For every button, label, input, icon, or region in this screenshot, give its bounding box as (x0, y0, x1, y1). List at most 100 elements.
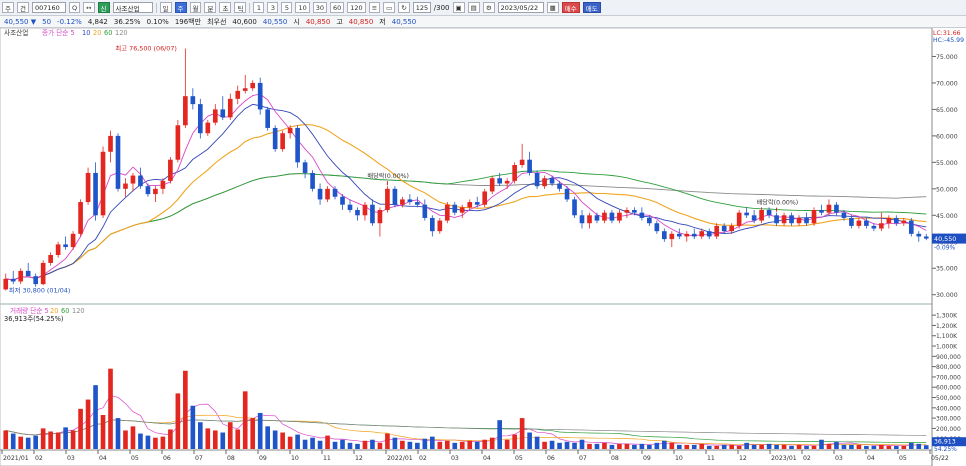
open-price: 40,850 (305, 17, 331, 26)
current-price: 40,550 ▼ (4, 17, 37, 26)
candle-body (85, 172, 91, 203)
volume-bar (662, 440, 667, 449)
interval-120[interactable]: 120 (347, 2, 366, 13)
period-weekly[interactable]: 주 (174, 2, 187, 13)
volume-bar (534, 436, 540, 449)
volume-bar (699, 443, 705, 449)
current-price-value: 40,550 (934, 235, 956, 243)
candle-body (781, 215, 787, 224)
refresh-icon[interactable]: ↻ (398, 2, 410, 13)
y-axis: 75.000 70.000 65.000 60.000 55.000 50.000 45.0… (932, 30, 966, 453)
volume-tick-label: 1,100K (936, 333, 958, 340)
high-label: 고 (336, 17, 343, 26)
period-second[interactable]: 초 (219, 2, 232, 13)
volume-bar (849, 444, 854, 449)
volume-bar (242, 391, 248, 449)
market-type-select[interactable]: 건 (16, 2, 29, 13)
volume-bar (684, 444, 690, 449)
volume-bar (130, 426, 136, 449)
volume-bar (317, 440, 323, 449)
save-icon[interactable]: ▤ (467, 2, 480, 13)
link-icon[interactable]: ↔ (83, 2, 95, 13)
candle-body (482, 191, 488, 205)
candle-body (497, 178, 502, 184)
count-input[interactable]: 125 (412, 2, 431, 13)
candle-body (55, 244, 61, 255)
candle-body (40, 262, 46, 285)
calendar-icon[interactable]: ▦ (546, 2, 559, 13)
volume-bar (482, 439, 488, 449)
interval-3[interactable]: 3 (267, 2, 279, 13)
candle-body (527, 159, 532, 173)
interval-5[interactable]: 5 (281, 2, 293, 13)
ask-price: 40,550 (262, 17, 288, 26)
candle-body (160, 180, 166, 189)
candle-body (669, 233, 675, 240)
volume-bar (617, 443, 622, 449)
period-daily[interactable]: 일 (159, 2, 172, 13)
candle-body (385, 188, 390, 210)
volume-bar (25, 437, 31, 449)
x-tick-label: 02 (35, 455, 43, 462)
period-monthly[interactable]: 월 (189, 2, 202, 13)
stock-chart[interactable]: 75.000 70.000 65.000 60.000 55.000 50.000 45.0… (0, 28, 966, 466)
volume-bar (789, 445, 794, 449)
interval-1[interactable]: 1 (253, 2, 265, 13)
date-input[interactable]: 2023/05/22 (497, 2, 544, 13)
candle-body (250, 82, 256, 89)
volume-bar (624, 443, 630, 449)
volume-bar (310, 437, 315, 449)
volume-bar (557, 442, 562, 449)
volume-bar (40, 428, 46, 449)
display-icon[interactable]: ▭ (383, 2, 396, 13)
market-select[interactable]: 주 (2, 2, 14, 13)
candle-body (168, 159, 173, 181)
period-tick[interactable]: 틱 (234, 2, 247, 13)
settings-icon[interactable]: ⚙ (482, 2, 495, 13)
volume-bar (527, 432, 532, 449)
volume-bar (564, 441, 570, 449)
candle-body (744, 212, 749, 216)
volume-bar (370, 439, 375, 449)
period-minute[interactable]: 분 (204, 2, 217, 13)
open-label: 시 (293, 17, 300, 26)
interval-30[interactable]: 30 (312, 2, 327, 13)
price-tick-label: 55.000 (936, 160, 958, 167)
volume-bar (923, 445, 929, 449)
candle-body (370, 204, 375, 224)
sell-button[interactable]: 매도 (582, 2, 601, 13)
volume-bar (70, 430, 76, 449)
candle-body (639, 212, 645, 218)
high-price: 40,850 (348, 17, 374, 26)
price-tick-label: 45.000 (936, 213, 958, 220)
candle-body (18, 270, 24, 282)
x-tick-label: 10 (675, 455, 683, 462)
candle-body (691, 233, 697, 237)
low-label: 저 (379, 17, 386, 26)
volume-ratio-pct: 0.10% (146, 17, 169, 26)
candle-body (826, 204, 832, 213)
annotation-low: 최저 30,800 (01/04) (9, 285, 71, 294)
interval-60[interactable]: 60 (330, 2, 345, 13)
candle-body (557, 183, 562, 189)
best-quote-label: 최우선 (207, 17, 227, 26)
volume-bar (63, 427, 68, 449)
candle-body (564, 188, 570, 200)
volume-bar (355, 443, 360, 449)
search-icon[interactable]: Q (68, 2, 81, 13)
volume-tick-label: 900,000 (936, 354, 961, 361)
menu-icon[interactable]: ≡ (368, 2, 381, 13)
interval-10[interactable]: 10 (295, 2, 310, 13)
candle-body (819, 210, 824, 213)
volume-bar (280, 432, 285, 449)
lock-icon[interactable]: ▣ (452, 2, 465, 13)
volume-bar (444, 440, 450, 449)
candle-body (437, 220, 443, 232)
volume-tick-label: 500,000 (936, 395, 961, 402)
volume-bar (145, 435, 151, 449)
buy-button[interactable]: 매수 (561, 2, 580, 13)
x-tick-label: 05 (131, 455, 139, 462)
candle-body (138, 175, 143, 187)
stock-code-input[interactable]: 007160 (31, 2, 66, 13)
candle-body (504, 180, 510, 184)
